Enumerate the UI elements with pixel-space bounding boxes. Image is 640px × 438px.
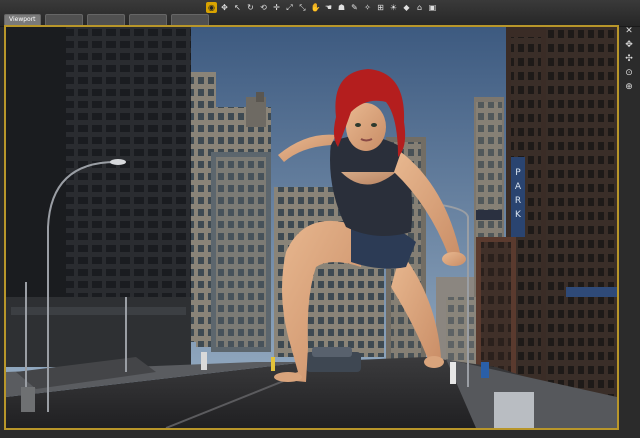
tab-5[interactable] bbox=[170, 14, 209, 25]
camera-select-icon[interactable]: ◉ bbox=[206, 2, 217, 13]
orbit-icon[interactable]: ⟲ bbox=[258, 2, 269, 13]
scene-render: PARK bbox=[6, 27, 617, 428]
node-icon[interactable]: ⊞ bbox=[375, 2, 386, 13]
grab-icon[interactable]: ☚ bbox=[323, 2, 334, 13]
pan-icon[interactable]: ✥ bbox=[623, 40, 635, 51]
twist-icon[interactable]: ⤡ bbox=[297, 2, 308, 13]
3d-viewport[interactable]: PARK bbox=[4, 25, 619, 430]
snapshot-icon[interactable]: ▣ bbox=[427, 2, 438, 13]
tab-2[interactable] bbox=[44, 14, 83, 25]
figure-icon[interactable]: ☗ bbox=[336, 2, 347, 13]
close-icon[interactable]: ✕ bbox=[623, 26, 635, 37]
morph-icon[interactable]: ✧ bbox=[362, 2, 373, 13]
viewport-tabs: Viewport bbox=[4, 14, 209, 25]
translate-icon[interactable]: ✛ bbox=[271, 2, 282, 13]
tab-viewport[interactable]: Viewport bbox=[4, 14, 41, 25]
top-bar: Viewport ◉ ✥ ↖ ↻ ⟲ ✛ ⤢ ⤡ ✋ ☚ ☗ ✎ ✧ ⊞ ☀ ◆ ⌂ ▣ bbox=[0, 0, 640, 27]
viewport-side-controls: ✕ ✥ ✣ ⊙ ⊕ bbox=[620, 26, 638, 93]
tab-3[interactable] bbox=[86, 14, 125, 25]
render-icon[interactable]: ⌂ bbox=[414, 2, 425, 13]
move-icon[interactable]: ✥ bbox=[219, 2, 230, 13]
brush-icon[interactable]: ✎ bbox=[349, 2, 360, 13]
pointer-icon[interactable]: ↖ bbox=[232, 2, 243, 13]
zoom-icon[interactable]: ⊙ bbox=[623, 68, 635, 79]
material-icon[interactable]: ◆ bbox=[401, 2, 412, 13]
light-icon[interactable]: ☀ bbox=[388, 2, 399, 13]
hand-icon[interactable]: ✋ bbox=[310, 2, 321, 13]
left-tower bbox=[6, 27, 191, 367]
tab-4[interactable] bbox=[128, 14, 167, 25]
rotate-icon[interactable]: ↻ bbox=[245, 2, 256, 13]
frame-icon[interactable]: ⊕ bbox=[623, 82, 635, 93]
tool-toolbar: ◉ ✥ ↖ ↻ ⟲ ✛ ⤢ ⤡ ✋ ☚ ☗ ✎ ✧ ⊞ ☀ ◆ ⌂ ▣ bbox=[206, 2, 438, 13]
scale-icon[interactable]: ⤢ bbox=[284, 2, 295, 13]
orbit-view-icon[interactable]: ✣ bbox=[623, 54, 635, 65]
